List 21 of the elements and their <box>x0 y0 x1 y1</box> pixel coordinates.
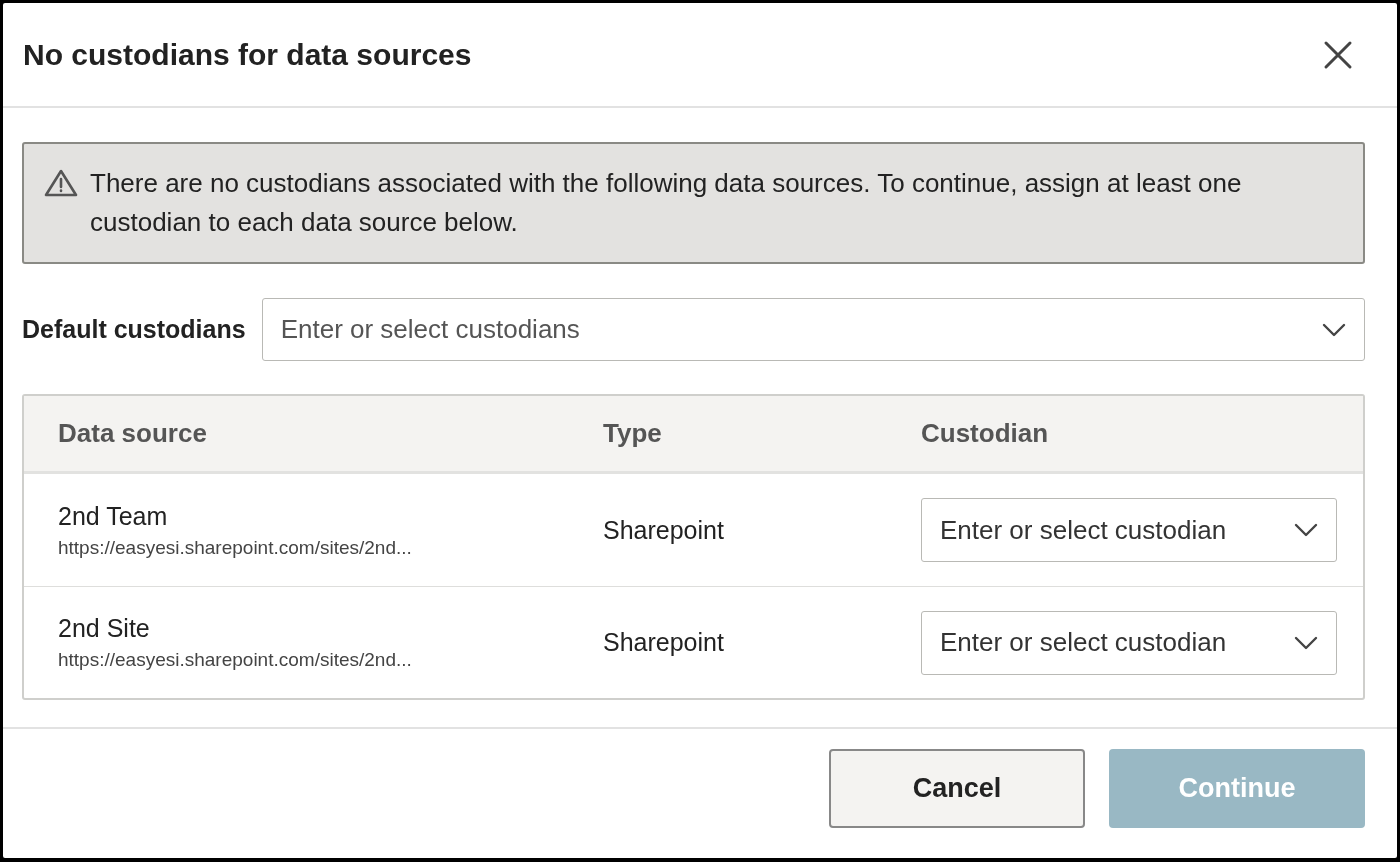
dialog-title: No custodians for data sources <box>23 37 472 72</box>
type-cell-text: Sharepoint <box>603 515 725 545</box>
cancel-button[interactable]: Cancel <box>829 749 1085 828</box>
default-custodians-label: Default custodians <box>22 315 246 344</box>
chevron-down-icon <box>1294 635 1318 650</box>
chevron-down-icon <box>1294 523 1318 537</box>
warning-text: There are no custodians associated with the following data sources. To continue, assign at least one custodian to each data source below. <box>90 167 1243 239</box>
type-cell-text: Sharepoint <box>603 628 725 657</box>
default-custodians-field[interactable]: Enter or select custodians <box>261 298 1365 361</box>
chevron-down-icon <box>1322 322 1346 337</box>
column-header: Data source <box>58 418 208 449</box>
custodian-field[interactable]: Enter or select custodian <box>921 498 1337 562</box>
data-source-name: 2nd Team <box>58 501 169 531</box>
column-header: Type <box>603 418 663 449</box>
data-source-url: https://easyesi.sharepoint.com/sites/2nd... <box>58 536 413 559</box>
custodian-field[interactable]: Enter or select custodian <box>921 610 1337 675</box>
column-header: Custodian <box>921 418 1050 449</box>
warning-icon <box>44 168 78 198</box>
data-source-name: 2nd Site <box>58 614 151 643</box>
close-icon <box>1323 39 1353 70</box>
data-source-url: https://easyesi.sharepoint.com/sites/2nd... <box>58 649 413 671</box>
